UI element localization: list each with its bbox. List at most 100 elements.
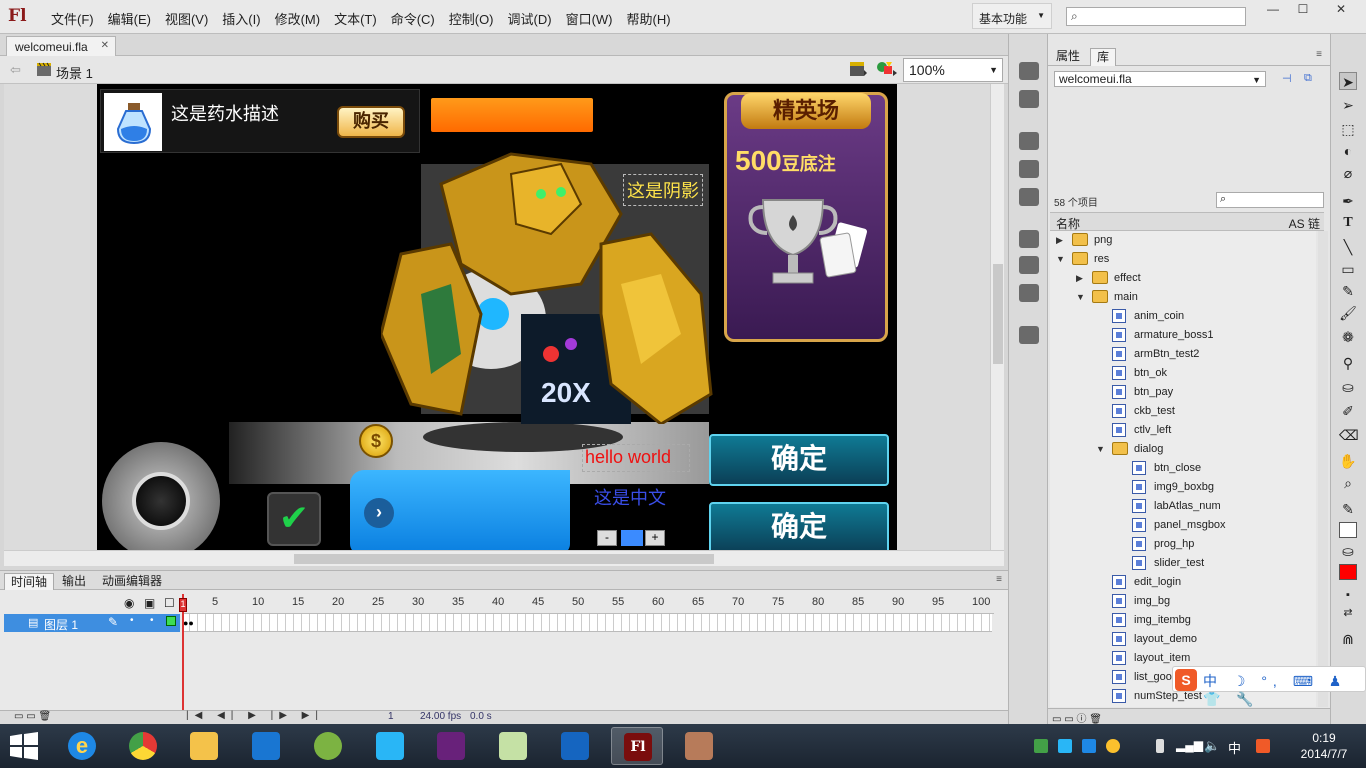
swap-colors-icon[interactable]: ⇄ [1339,604,1357,622]
step-minus-button[interactable]: - [597,530,617,546]
hello-text-label[interactable]: hello world [582,444,690,472]
elite-room-card[interactable]: 精英场 500豆底注 [724,92,888,342]
joystick-control[interactable] [102,442,220,550]
library-item[interactable]: armBtn_test2 [1050,345,1316,364]
edit-scene-icon[interactable] [848,60,868,78]
edit-symbol-icon[interactable] [876,60,898,78]
library-item[interactable]: ▼ main [1050,288,1316,307]
menu-item[interactable]: 命令(C) [384,9,442,28]
selection-tool-icon[interactable]: ➤ [1339,72,1357,90]
pen-tool-icon[interactable]: ✒ [1339,192,1357,210]
pencil-tool-icon[interactable]: ✎ [1339,282,1357,300]
start-button[interactable] [8,732,40,760]
taskbar-powershell[interactable] [549,727,601,765]
document-tab[interactable]: welcomeui.fla ✕ [6,36,116,56]
line-tool-icon[interactable]: ╲ [1339,238,1357,256]
free-transform-tool-icon[interactable]: ⬚ [1339,120,1357,138]
taskbar-photo[interactable] [673,727,725,765]
checkbox-checked-icon[interactable]: ✔ [267,492,321,546]
security-tray-icon[interactable] [1034,739,1048,753]
text-tool-icon[interactable]: T [1339,214,1357,232]
default-colors-icon[interactable]: ▪ [1339,586,1357,604]
expanded-triangle-icon[interactable]: ▼ [1076,292,1085,302]
library-item[interactable]: img_bg [1050,592,1316,611]
tab-motion-editor[interactable]: 动画编辑器 [96,573,168,591]
visibility-dot[interactable]: • [130,615,134,626]
new-layer-icon[interactable]: ▭ ▭ 🗑 [14,711,51,722]
menu-item[interactable]: 修改(M) [268,9,328,28]
help-search-input[interactable]: ⌕ [1066,7,1246,26]
library-item[interactable]: anim_coin [1050,307,1316,326]
chinese-text-label[interactable]: 这是中文 [594,484,666,510]
zoom-tool-icon[interactable]: ⌕ [1339,474,1357,492]
lasso-tool-icon[interactable]: ⌀ [1339,164,1357,182]
library-scrollbar[interactable] [1318,231,1328,707]
fps-readout[interactable]: 24.00 fps [420,711,461,722]
subselection-tool-icon[interactable]: ➢ [1339,96,1357,114]
panel-menu-icon[interactable]: ≡ [996,574,1002,585]
stage[interactable]: 这是药水描述 购买 20X 这是阴影 精英场 500豆底注 $ hello wo… [97,84,897,550]
volume-icon[interactable]: 🔈 [1204,738,1220,754]
step-plus-button[interactable]: + [645,530,665,546]
layer-name[interactable]: 图层 1 [44,616,78,633]
project-panel-icon[interactable] [1019,326,1039,344]
tab-timeline[interactable]: 时间轴 [4,573,55,591]
library-item[interactable]: edit_login [1050,573,1316,592]
zoom-select[interactable]: 100% ▼ [903,58,1003,82]
sogou-ime-icon[interactable]: S [1175,669,1197,691]
playhead-handle[interactable]: 1 [179,598,187,612]
timeline-area[interactable]: ◉ ▣ ☐ 1510152025303540455055606570758085… [0,590,1008,710]
collapsed-triangle-icon[interactable]: ▶ [1076,273,1083,284]
deco-tool-icon[interactable]: ❁ [1339,328,1357,346]
number-stepper[interactable]: - + [597,530,665,546]
expanded-triangle-icon[interactable]: ▼ [1056,254,1065,264]
menu-item[interactable]: 窗口(W) [559,9,620,28]
item-panel[interactable]: 这是药水描述 购买 [100,89,420,153]
library-list[interactable]: ▶ png ▼ res ▶ effect ▼ main anim_coin armature_bo… [1050,231,1316,707]
library-item[interactable]: btn_ok [1050,364,1316,383]
library-item[interactable]: ckb_test [1050,402,1316,421]
library-item[interactable]: btn_pay [1050,383,1316,402]
close-window-button[interactable]: ✕ [1326,2,1356,20]
hand-tool-icon[interactable]: ✋ [1339,452,1357,470]
library-item[interactable]: ctlv_left [1050,421,1316,440]
eraser-tool-icon[interactable]: ⌫ [1339,426,1359,444]
pin-library-icon[interactable]: ⊣ [1282,72,1292,85]
shadow-text-label[interactable]: 这是阴影 [623,174,703,206]
align-panel-icon[interactable] [1019,132,1039,150]
menu-item[interactable]: 帮助(H) [620,9,678,28]
taskbar-explorer[interactable] [178,727,230,765]
library-document-select[interactable]: welcomeui.fla ▼ [1054,71,1266,87]
library-item[interactable]: prog_hp [1050,535,1316,554]
pasteboard[interactable]: 这是药水描述 购买 20X 这是阴影 精英场 500豆底注 $ hello wo… [4,84,990,550]
paint-bucket-tool-icon[interactable]: ⛀ [1339,378,1357,396]
taskbar-clover[interactable] [302,727,354,765]
sogou-tray-icon[interactable] [1256,739,1270,753]
library-item[interactable]: ▶ png [1050,231,1316,250]
library-item[interactable]: img_itembg [1050,611,1316,630]
taskbar-flash[interactable]: Fl [611,727,663,765]
frames-row[interactable]: ●● [182,614,992,632]
brush-tool-icon[interactable]: 🖌 [1339,304,1357,322]
menu-item[interactable]: 控制(O) [442,9,501,28]
frame-ruler[interactable]: 1510152025303540455055606570758085909510… [180,594,994,614]
wifi-icon[interactable]: ▂▄▆ [1176,738,1203,752]
library-item[interactable]: ▶ effect [1050,269,1316,288]
taskbar-ie[interactable]: e [56,727,108,765]
library-item[interactable]: img9_boxbg [1050,478,1316,497]
current-frame-readout[interactable]: 1 [388,711,394,722]
stage-vertical-scrollbar[interactable] [990,84,1004,550]
library-item[interactable]: slider_test [1050,554,1316,573]
battery-icon[interactable] [1156,739,1164,753]
workspace-switcher[interactable]: 基本功能 ▼ [972,3,1052,29]
confirm-button[interactable]: 确定 [709,434,889,486]
transform-panel-icon[interactable] [1019,188,1039,206]
ime-toolbar[interactable]: S 中 ☽ °, ⌨ ♟ 👕 🔧 [1172,666,1366,707]
library-item[interactable]: ▼ dialog [1050,440,1316,459]
lock-icon[interactable]: ▣ [144,596,155,610]
taskbar-qq[interactable] [364,727,416,765]
back-arrow-icon[interactable]: ⇦ [10,62,21,78]
outline-icon[interactable]: ☐ [164,596,175,610]
tab-library[interactable]: 库 [1090,48,1117,66]
menu-item[interactable]: 文本(T) [327,9,384,28]
